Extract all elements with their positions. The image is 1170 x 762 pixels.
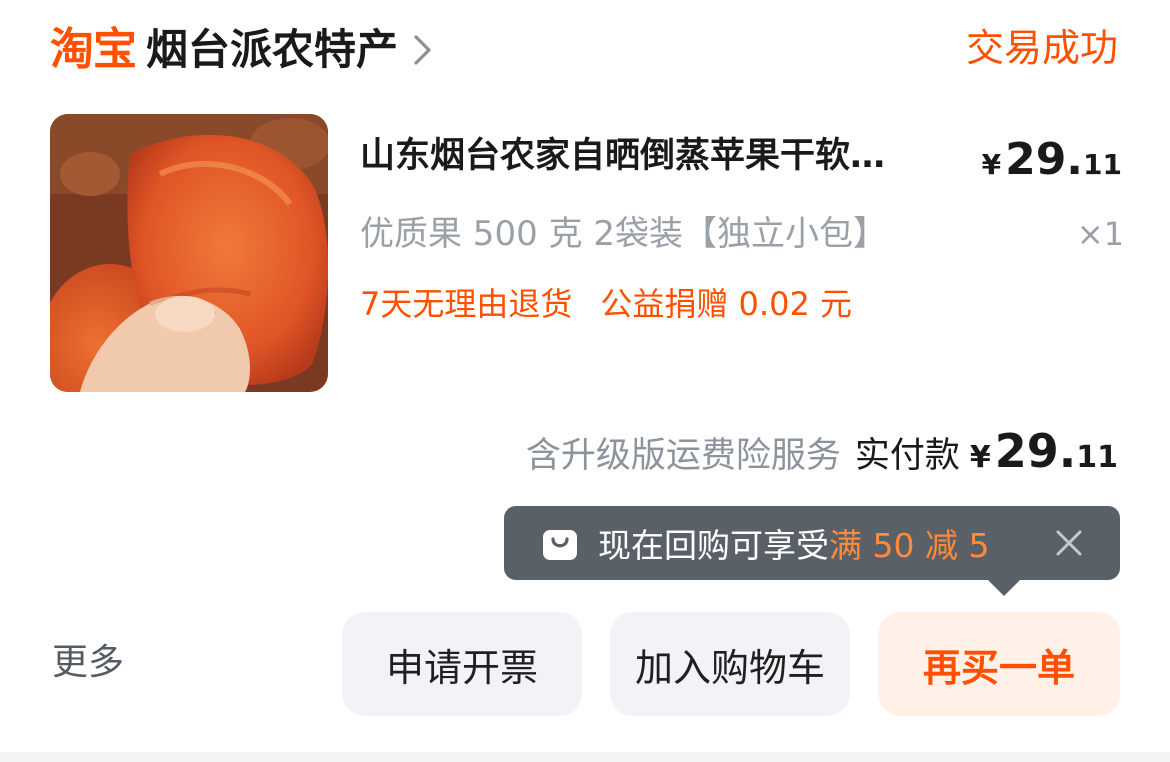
chevron-right-icon[interactable] — [412, 33, 438, 67]
insurance-note: 含升级版运费险服务 — [525, 436, 841, 476]
order-total: 含升级版运费险服务 实付款 ¥ 29. 11 — [526, 424, 1118, 478]
product-quantity: ×1 — [1076, 215, 1124, 253]
shopping-bag-icon — [540, 523, 580, 563]
product-thumbnail[interactable] — [50, 114, 328, 392]
service-tags: 7天无理由退货 公益捐赠 0.02 元 — [360, 284, 852, 326]
add-to-cart-button[interactable]: 加入购物车 — [610, 612, 850, 716]
tooltip-message: 现在回购可享受 — [598, 526, 829, 565]
total-currency: ¥ — [969, 440, 991, 475]
more-button[interactable]: 更多 — [52, 640, 124, 687]
order-status: 交易成功 — [965, 26, 1118, 70]
paid-label: 实付款 — [854, 436, 960, 476]
price-integer: 29. — [1005, 134, 1084, 185]
close-icon[interactable] — [1052, 526, 1086, 560]
buy-again-button[interactable]: 再买一单 — [878, 612, 1120, 716]
invoice-button[interactable]: 申请开票 — [342, 612, 582, 716]
tooltip-text: 现在回购可享受满 50 减 5 — [598, 519, 989, 567]
product-title[interactable]: 山东烟台农家自晒倒蒸苹果干软… — [360, 134, 980, 180]
unit-price: ¥ 29. 11 — [982, 134, 1122, 185]
shop-name[interactable]: 烟台派农特产 — [146, 29, 398, 71]
tooltip-highlight: 满 50 减 5 — [829, 526, 990, 565]
product-sku: 优质果 500 克 2袋装【独立小包】 — [360, 214, 887, 254]
order-card: 淘宝 烟台派农特产 交易成功 山东烟台农家自晒倒蒸苹果干软… ¥ 29. 11 … — [0, 0, 1170, 752]
total-integer: 29. — [994, 424, 1077, 478]
price-currency: ¥ — [981, 148, 1002, 181]
price-decimal: 11 — [1083, 148, 1122, 181]
tag-donation: 公益捐赠 0.02 元 — [600, 285, 852, 323]
bottom-divider — [0, 752, 1170, 762]
shop-header[interactable]: 淘宝 烟台派农特产 — [50, 22, 438, 78]
rebuy-tooltip: 现在回购可享受满 50 减 5 — [504, 506, 1120, 596]
tag-return: 7天无理由退货 — [360, 285, 573, 323]
taobao-logo: 淘宝 — [50, 24, 137, 75]
total-decimal: 11 — [1076, 440, 1118, 475]
